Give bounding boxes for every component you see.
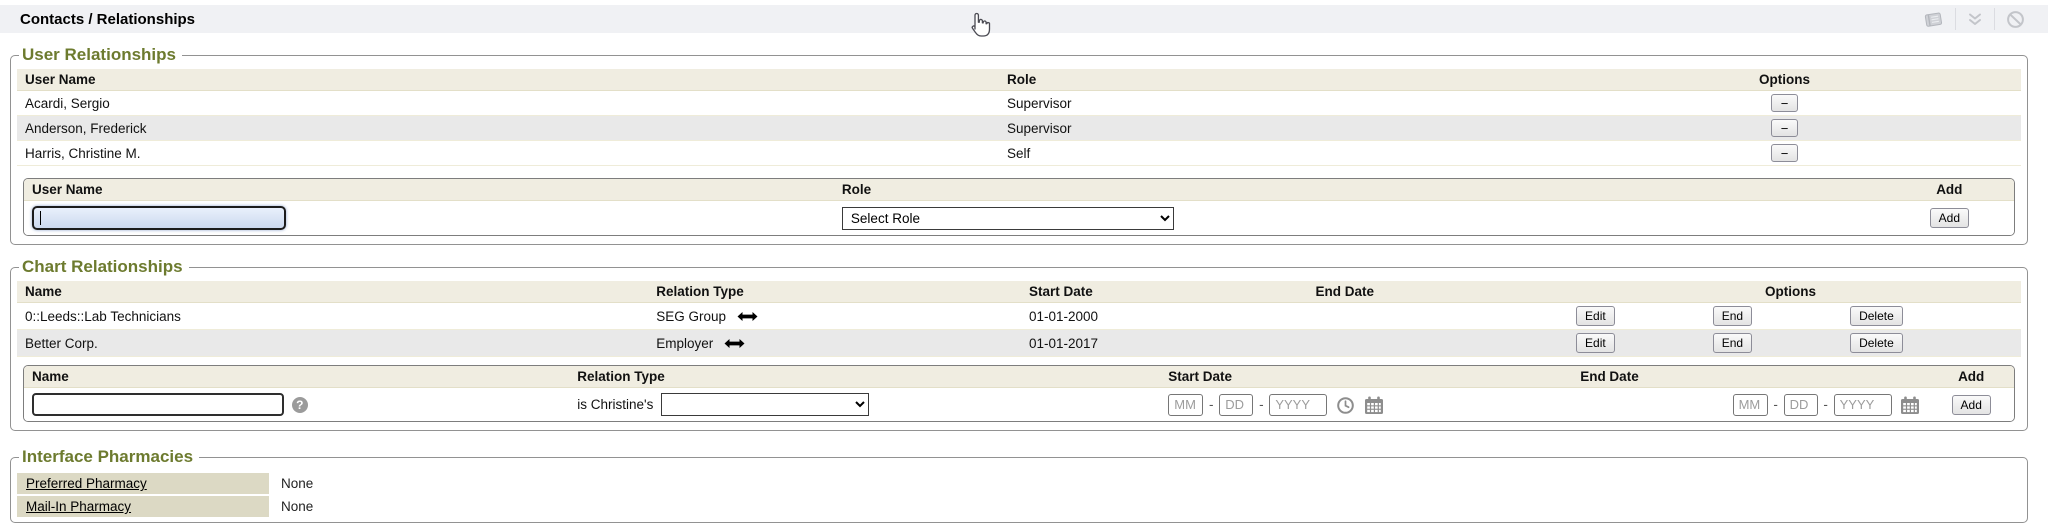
delete-button[interactable]: Delete — [1850, 306, 1903, 326]
add-col-add: Add — [1928, 366, 2014, 388]
end-year-input[interactable] — [1834, 394, 1892, 416]
titlebar: Contacts / Relationships — [0, 5, 2048, 33]
end-button[interactable]: End — [1713, 306, 1752, 326]
add-col-role: Role — [834, 179, 1885, 201]
chart-relationships-legend: Chart Relationships — [19, 257, 189, 277]
preferred-pharmacy-link[interactable]: Preferred Pharmacy — [17, 473, 269, 494]
role-select[interactable]: Select Role — [842, 207, 1174, 230]
table-row: 0::Leeds::Lab Technicians SEG Group 01-0… — [17, 303, 2021, 330]
ban-icon[interactable] — [1995, 10, 2036, 29]
remove-user-button[interactable]: − — [1771, 144, 1799, 162]
add-col-user-name: User Name — [24, 179, 834, 201]
book-icon[interactable] — [1912, 11, 1955, 28]
add-col-name: Name — [24, 366, 569, 388]
date-separator: - — [1259, 397, 1264, 412]
col-role: Role — [999, 69, 1548, 91]
name-cell: 0::Leeds::Lab Technicians — [17, 303, 648, 330]
mail-in-pharmacy-value: None — [269, 496, 325, 517]
user-relationships-table: User Name Role Options Acardi, Sergio Su… — [17, 69, 2021, 166]
user-relationships-legend: User Relationships — [19, 45, 182, 65]
user-name-cell: Anderson, Frederick — [17, 116, 999, 141]
new-relationship-name-input[interactable] — [32, 393, 284, 416]
end-button[interactable]: End — [1713, 333, 1752, 353]
chart-relationships-section: Chart Relationships Name Relation Type S… — [10, 257, 2028, 431]
table-row: Anderson, Frederick Supervisor − — [17, 116, 2021, 141]
add-col-start-date: Start Date — [1160, 366, 1572, 388]
interface-pharmacies-section: Interface Pharmacies Preferred Pharmacy … — [10, 447, 2028, 523]
end-day-input[interactable] — [1784, 394, 1818, 416]
add-input-row: ? is Christine's - - — [24, 388, 2014, 422]
relation-prefix-label: is Christine's — [577, 397, 653, 412]
add-col-add: Add — [1885, 179, 2014, 201]
relation-type-select[interactable] — [661, 393, 869, 416]
user-name-cell: Harris, Christine M. — [17, 141, 999, 166]
edit-button[interactable]: Edit — [1576, 306, 1615, 326]
delete-button[interactable]: Delete — [1850, 333, 1903, 353]
col-user-name: User Name — [17, 69, 999, 91]
start-year-input[interactable] — [1269, 394, 1327, 416]
calendar-icon[interactable] — [1900, 396, 1920, 415]
pharmacy-row: Preferred Pharmacy None — [17, 473, 2021, 494]
start-day-input[interactable] — [1219, 394, 1253, 416]
edit-button[interactable]: Edit — [1576, 333, 1615, 353]
end-date-cell — [1308, 303, 1561, 330]
col-options: Options — [1560, 281, 2021, 303]
date-separator: - — [1209, 397, 1214, 412]
arrows-horizontal-icon — [737, 311, 758, 322]
col-name: Name — [17, 281, 648, 303]
role-cell: Supervisor — [999, 116, 1548, 141]
preferred-pharmacy-value: None — [269, 473, 325, 494]
add-input-row: Select Role Add — [24, 201, 2014, 236]
remove-user-button[interactable]: − — [1771, 119, 1799, 137]
table-row: Better Corp. Employer 01-01-2017 Edit En… — [17, 330, 2021, 357]
user-relationships-section: User Relationships User Name Role Option… — [10, 45, 2028, 245]
table-header-row: User Name Role Options — [17, 69, 2021, 91]
titlebar-actions — [1912, 8, 2036, 30]
remove-user-button[interactable]: − — [1771, 94, 1799, 112]
col-start-date: Start Date — [1021, 281, 1308, 303]
role-cell: Self — [999, 141, 1548, 166]
add-chart-relationship-box: Name Relation Type Start Date End Date A… — [23, 365, 2015, 422]
end-date-cell — [1308, 330, 1561, 357]
interface-pharmacies-legend: Interface Pharmacies — [19, 447, 199, 467]
question-circle-icon[interactable]: ? — [292, 397, 308, 413]
user-name-cell: Acardi, Sergio — [17, 91, 999, 116]
chart-relationships-table: Name Relation Type Start Date End Date O… — [17, 281, 2021, 357]
start-month-input[interactable] — [1168, 394, 1203, 416]
new-user-name-input[interactable] — [32, 206, 286, 230]
chevron-double-down-icon[interactable] — [1956, 12, 1994, 27]
col-relation-type: Relation Type — [648, 281, 1021, 303]
page-title: Contacts / Relationships — [20, 11, 195, 28]
mail-in-pharmacy-link[interactable]: Mail-In Pharmacy — [17, 496, 269, 517]
col-options: Options — [1548, 69, 2021, 91]
col-end-date: End Date — [1308, 281, 1561, 303]
add-header-row: User Name Role Add — [24, 179, 2014, 201]
chevron-double-down-svg — [1967, 12, 1983, 27]
arrows-horizontal-icon — [724, 338, 745, 349]
add-chart-relationship-button[interactable]: Add — [1952, 395, 1991, 415]
end-month-input[interactable] — [1733, 394, 1768, 416]
start-date-cell: 01-01-2017 — [1021, 330, 1308, 357]
name-cell: Better Corp. — [17, 330, 648, 357]
relation-type-label: SEG Group — [656, 309, 726, 324]
table-row: Acardi, Sergio Supervisor − — [17, 91, 2021, 116]
add-user-relationship-box: User Name Role Add Select Role — [23, 178, 2015, 236]
add-col-end-date: End Date — [1572, 366, 1928, 388]
calendar-icon[interactable] — [1364, 396, 1384, 415]
pharmacy-row: Mail-In Pharmacy None — [17, 496, 2021, 517]
add-user-relationship-button[interactable]: Add — [1930, 208, 1969, 228]
add-col-relation-type: Relation Type — [569, 366, 1160, 388]
relation-type-label: Employer — [656, 336, 713, 351]
book-icon-svg — [1923, 11, 1944, 28]
start-date-cell: 01-01-2000 — [1021, 303, 1308, 330]
role-cell: Supervisor — [999, 91, 1548, 116]
clock-icon[interactable] — [1336, 396, 1355, 415]
date-separator: - — [1773, 397, 1778, 412]
ban-icon-svg — [2006, 10, 2025, 29]
table-row: Harris, Christine M. Self − — [17, 141, 2021, 166]
add-header-row: Name Relation Type Start Date End Date A… — [24, 366, 2014, 388]
date-separator: - — [1823, 397, 1828, 412]
text-caret — [40, 211, 41, 225]
table-header-row: Name Relation Type Start Date End Date O… — [17, 281, 2021, 303]
